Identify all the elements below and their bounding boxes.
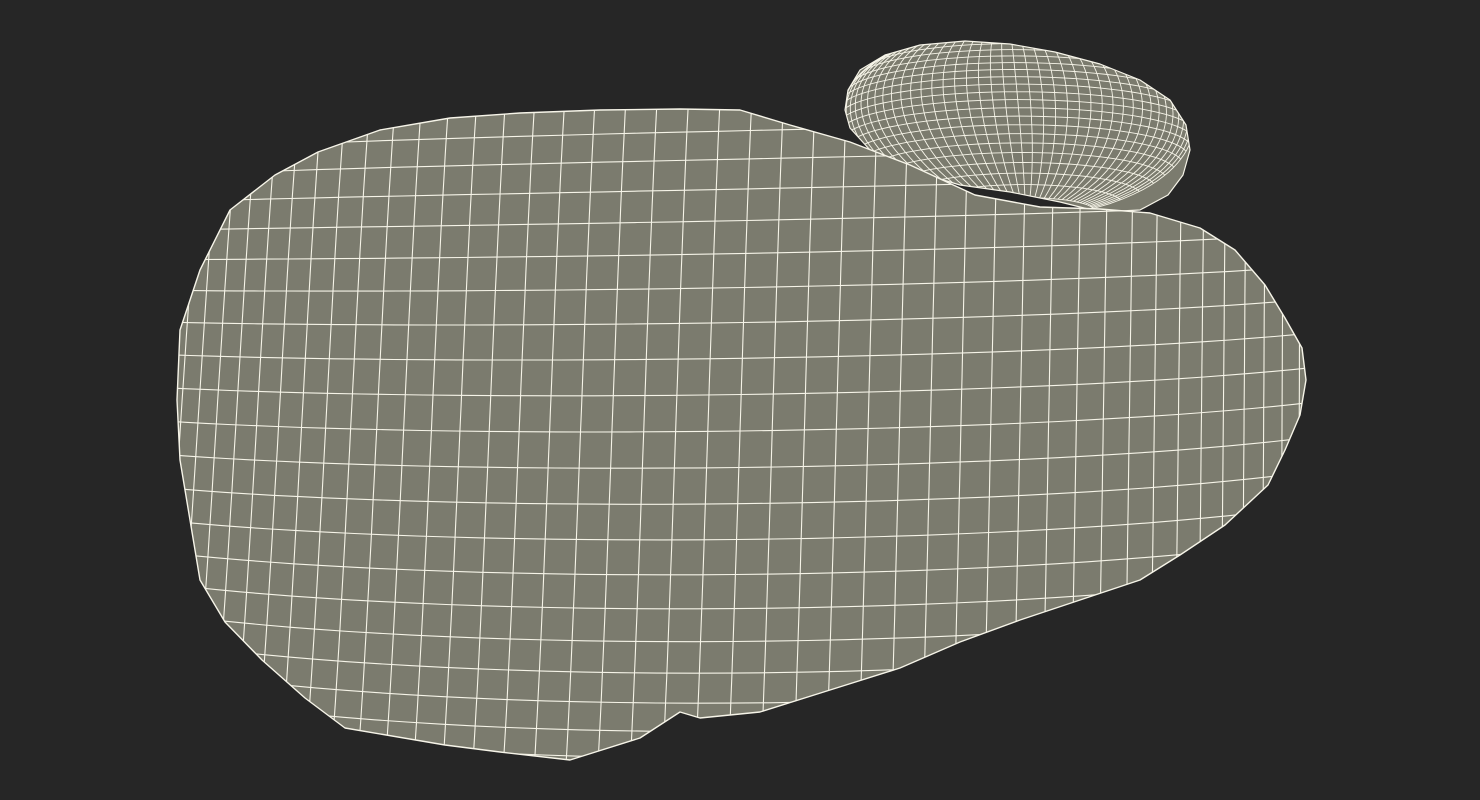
pebble-wire-row: [941, 27, 1078, 38]
rock-wire-row: [120, 770, 1330, 800]
wireframe-scene: [120, 27, 1330, 800]
rock-wire-row: [178, 49, 1330, 87]
3d-viewport[interactable]: [0, 0, 1480, 800]
rock-wire-row: [177, 729, 1306, 760]
rock-wire-col: [177, 109, 181, 760]
pebble-wire-row: [913, 41, 1107, 45]
rock-wire-col: [1315, 30, 1316, 774]
rock-wire-row: [180, 30, 1330, 70]
rock-wire-row: [177, 750, 1306, 760]
